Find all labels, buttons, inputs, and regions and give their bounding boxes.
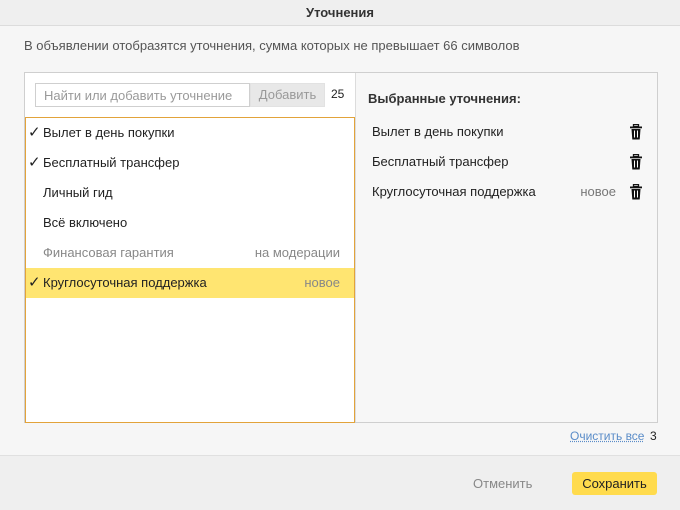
char-counter: 25 [331, 87, 345, 101]
option-label: Вылет в день покупки [43, 125, 175, 140]
option-label: Круглосуточная поддержка [43, 275, 207, 290]
option-item[interactable]: ✓ Круглосуточная поддержка новое [26, 268, 354, 298]
selected-item-label: Вылет в день покупки [372, 124, 504, 139]
checkmark-icon: ✓ [28, 154, 41, 171]
trash-icon[interactable] [628, 184, 644, 200]
selected-item: Круглосуточная поддержка новое [356, 177, 658, 207]
selected-item-label: Круглосуточная поддержка [372, 184, 536, 199]
editor-panel: Добавить 25 ✓Вылет в день покупки✓Беспла… [24, 72, 658, 423]
save-button[interactable]: Сохранить [572, 472, 657, 495]
options-list: ✓ Вылет в день покупки ✓ Бесплатный трансфе… [25, 117, 355, 423]
clear-all-link[interactable]: Очистить все [570, 429, 644, 443]
trash-icon[interactable] [628, 124, 644, 140]
option-label: Финансовая гарантия [43, 245, 174, 260]
available-pane: Добавить 25 ✓Вылет в день покупки✓Беспла… [25, 73, 355, 423]
option-item[interactable]: Всё включено [26, 208, 354, 238]
selected-count: 3 [650, 429, 657, 443]
option-item[interactable]: ✓ Бесплатный трансфер [26, 148, 354, 178]
search-input[interactable] [35, 83, 250, 107]
option-item[interactable]: ✓ Вылет в день покупки [26, 118, 354, 148]
checkmark-icon: ✓ [28, 274, 41, 291]
option-status: на модерации [254, 245, 340, 260]
option-label: Личный гид [43, 185, 113, 200]
selected-item-status: новое [580, 184, 616, 199]
cancel-button[interactable]: Отменить [473, 476, 532, 491]
option-status: новое [304, 275, 340, 290]
selected-title: Выбранные уточнения: [368, 91, 521, 106]
selected-item: Бесплатный трансфер [356, 147, 658, 177]
selected-item: Вылет в день покупки [356, 117, 658, 147]
trash-icon[interactable] [628, 154, 644, 170]
option-item[interactable]: Личный гид [26, 178, 354, 208]
search-row: Добавить 25 [35, 83, 355, 107]
dialog-title: Уточнения [0, 0, 680, 26]
selected-item-label: Бесплатный трансфер [372, 154, 509, 169]
add-button[interactable]: Добавить [250, 83, 325, 107]
option-item[interactable]: Финансовая гарантия на модерации [26, 238, 354, 268]
selected-pane: Выбранные уточнения: Вылет в день покупк… [355, 73, 657, 422]
description-text: В объявлении отобразятся уточнения, сумм… [24, 38, 520, 53]
option-label: Бесплатный трансфер [43, 155, 180, 170]
dialog-footer: Отменить Сохранить [0, 455, 680, 510]
checkmark-icon: ✓ [28, 124, 41, 141]
option-label: Всё включено [43, 215, 128, 230]
